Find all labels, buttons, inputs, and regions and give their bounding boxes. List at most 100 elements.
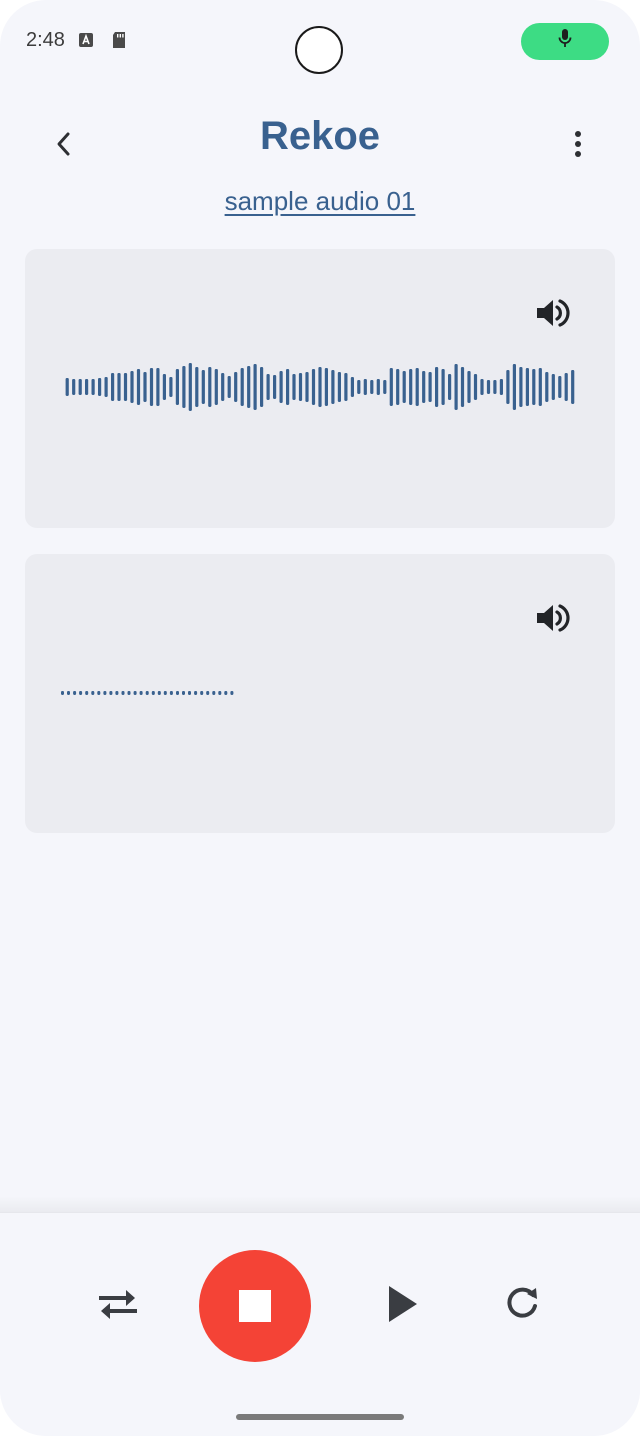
waveform-bar bbox=[188, 363, 192, 411]
waveform-dot bbox=[121, 691, 125, 695]
waveform-dot bbox=[79, 691, 83, 695]
waveform-bar bbox=[286, 369, 290, 405]
waveform-bar bbox=[253, 364, 257, 410]
volume-button[interactable] bbox=[533, 293, 573, 333]
waveform-bar bbox=[467, 371, 471, 403]
waveform-bar bbox=[344, 373, 348, 401]
waveform-bar bbox=[123, 373, 128, 401]
dotted-waveform bbox=[61, 691, 234, 695]
home-indicator[interactable] bbox=[236, 1414, 404, 1420]
a-box-icon bbox=[78, 31, 94, 49]
waveform-bar bbox=[169, 377, 173, 397]
waveform-bar bbox=[279, 371, 283, 403]
play-button[interactable] bbox=[378, 1282, 426, 1330]
waveform-dot bbox=[206, 691, 210, 695]
app-title: Rekoe bbox=[259, 114, 381, 158]
waveform-dot bbox=[224, 691, 228, 695]
play-icon bbox=[385, 1284, 419, 1329]
waveform-bar bbox=[227, 376, 231, 398]
volume-icon bbox=[533, 604, 573, 642]
waveform-bar bbox=[350, 377, 354, 397]
full-waveform bbox=[65, 363, 575, 411]
waveform-bar bbox=[428, 372, 432, 402]
waveform-bar bbox=[273, 375, 277, 399]
waveform-bar bbox=[357, 380, 361, 394]
waveform-bar bbox=[143, 372, 147, 402]
waveform-bar bbox=[448, 374, 452, 400]
waveform-bar bbox=[130, 371, 134, 403]
waveform-dot bbox=[109, 691, 113, 695]
refresh-button[interactable] bbox=[498, 1282, 546, 1330]
waveform-bar bbox=[156, 368, 160, 406]
waveform-bar bbox=[564, 373, 568, 401]
waveform-bar bbox=[298, 373, 303, 401]
waveform-bar bbox=[331, 370, 335, 404]
waveform-bar bbox=[240, 368, 244, 406]
waveform-bar bbox=[292, 374, 296, 400]
waveform-bar bbox=[499, 379, 503, 395]
waveform-bar bbox=[538, 368, 542, 406]
waveform-bar bbox=[545, 372, 549, 402]
waveform-bar bbox=[480, 379, 484, 395]
waveform-dot bbox=[61, 691, 64, 695]
waveform-bar bbox=[221, 373, 225, 401]
waveform-bar bbox=[266, 374, 270, 400]
waveform-bar bbox=[201, 370, 205, 404]
reference-audio-card bbox=[25, 249, 615, 528]
recording-audio-card bbox=[25, 554, 615, 833]
waveform-bar bbox=[117, 373, 121, 401]
waveform-bar bbox=[305, 372, 309, 402]
waveform-bar bbox=[558, 376, 562, 398]
stop-icon bbox=[239, 1290, 271, 1322]
waveform-bar bbox=[389, 368, 393, 406]
waveform-bar bbox=[370, 380, 374, 394]
waveform-bar bbox=[519, 367, 523, 407]
waveform-bar bbox=[234, 372, 238, 402]
waveform-bar bbox=[195, 367, 199, 407]
waveform-dot bbox=[133, 691, 137, 695]
waveform-dot bbox=[163, 691, 167, 695]
stop-record-button[interactable] bbox=[199, 1250, 311, 1362]
waveform-bar bbox=[532, 369, 536, 405]
waveform-bar bbox=[175, 369, 179, 405]
waveform-dot bbox=[97, 691, 101, 695]
waveform-bar bbox=[383, 380, 387, 394]
waveform-bar bbox=[247, 366, 251, 408]
waveform-bar bbox=[85, 379, 89, 395]
waveform-bar bbox=[98, 378, 102, 396]
waveform-bar bbox=[415, 368, 419, 406]
waveform-bar bbox=[136, 369, 141, 405]
waveform-dot bbox=[115, 691, 119, 695]
waveform-bar bbox=[435, 367, 439, 407]
waveform-dot bbox=[169, 691, 173, 695]
waveform-dot bbox=[194, 691, 198, 695]
waveform-dot bbox=[73, 691, 77, 695]
waveform-bar bbox=[162, 374, 166, 400]
waveform-bar bbox=[493, 380, 497, 394]
repeat-button[interactable] bbox=[92, 1282, 144, 1330]
waveform-bar bbox=[260, 367, 264, 407]
volume-button[interactable] bbox=[533, 598, 573, 638]
waveform-dot bbox=[139, 691, 143, 695]
sd-card-icon bbox=[111, 31, 127, 49]
waveform-dot bbox=[127, 691, 131, 695]
waveform-bar bbox=[324, 368, 328, 406]
waveform-bar bbox=[460, 367, 465, 407]
mic-icon bbox=[557, 28, 573, 55]
audio-title-link[interactable]: sample audio 01 bbox=[0, 186, 640, 217]
waveform-bar bbox=[512, 364, 516, 410]
waveform-bar bbox=[311, 369, 316, 405]
waveform-bar bbox=[318, 367, 322, 407]
waveform-bar bbox=[78, 379, 82, 395]
waveform-bar bbox=[337, 372, 341, 402]
phone-screen: 2:48 Rekoe sample audio 01 bbox=[0, 0, 640, 1436]
waveform-bar bbox=[396, 369, 400, 405]
waveform-bar bbox=[506, 370, 510, 404]
more-options-button[interactable] bbox=[558, 126, 598, 166]
waveform-dot bbox=[67, 691, 70, 695]
waveform-dot bbox=[230, 691, 234, 695]
waveform-dot bbox=[218, 691, 222, 695]
volume-icon bbox=[533, 299, 573, 337]
camera-cutout bbox=[295, 26, 343, 74]
waveform-bar bbox=[571, 370, 575, 404]
